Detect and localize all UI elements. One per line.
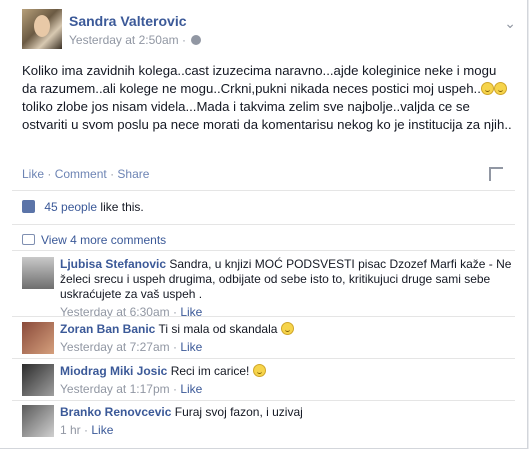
commenter-avatar[interactable] <box>22 364 54 396</box>
post-header: Sandra Valterovic Yesterday at 2:50am · … <box>22 9 522 59</box>
commenter-name[interactable]: Ljubisa Stefanovic <box>60 257 166 271</box>
divider <box>12 190 515 191</box>
thumbs-up-icon <box>22 200 35 213</box>
comment-button[interactable]: Comment <box>55 167 107 181</box>
comment-bubble-icon <box>22 234 35 245</box>
comment-like-button[interactable]: Like <box>180 340 202 354</box>
comment-item: Branko Renovcevic Furaj svoj fazon, i uz… <box>22 405 517 441</box>
post-text-part2: toliko zlobe jos nisam videla...Mada i t… <box>22 99 512 132</box>
likes-summary: 45 people like this. <box>22 200 144 214</box>
share-button[interactable]: Share <box>117 167 149 181</box>
view-more-comments[interactable]: View 4 more comments <box>22 233 166 247</box>
comment-item: Ljubisa Stefanovic Sandra, u knjizi MOĆ … <box>22 257 517 319</box>
comment-like-button[interactable]: Like <box>91 423 113 437</box>
divider <box>12 358 515 359</box>
action-separator: · <box>47 167 52 181</box>
commenter-name[interactable]: Branko Renovcevic <box>60 405 171 419</box>
comment-time[interactable]: Yesterday at 1:17pm <box>60 382 170 396</box>
divider <box>12 224 515 225</box>
commenter-name[interactable]: Miodrag Miki Josic <box>60 364 167 378</box>
smiley-icon <box>280 322 294 335</box>
post-actions: Like · Comment · Share <box>22 167 149 181</box>
post-text: Koliko ima zavidnih kolega..cast izuzeci… <box>22 62 512 134</box>
comment-time[interactable]: Yesterday at 7:27am <box>60 340 170 354</box>
post-card: Sandra Valterovic Yesterday at 2:50am · … <box>0 0 528 449</box>
divider <box>12 316 515 317</box>
globe-icon[interactable] <box>191 35 202 45</box>
commenter-avatar[interactable] <box>22 322 54 354</box>
post-timestamp[interactable]: Yesterday at 2:50am <box>69 33 179 47</box>
comment-time[interactable]: 1 hr <box>60 423 81 437</box>
view-more-label: View 4 more comments <box>41 233 167 247</box>
commenter-avatar[interactable] <box>22 257 54 289</box>
smiley-icon <box>493 82 507 95</box>
like-button[interactable]: Like <box>22 167 44 181</box>
chevron-down-icon[interactable]: ⌄ <box>504 15 516 32</box>
comment-like-button[interactable]: Like <box>180 382 202 396</box>
smiley-icon <box>252 364 266 377</box>
commenter-name[interactable]: Zoran Ban Banic <box>60 322 155 336</box>
meta-separator: · <box>181 33 186 47</box>
post-meta: Yesterday at 2:50am · <box>69 33 202 47</box>
comment-item: Miodrag Miki Josic Reci im carice! Yeste… <box>22 364 517 400</box>
share-flag-icon[interactable] <box>489 167 503 181</box>
likes-count-link[interactable]: 45 people <box>44 200 97 214</box>
comment-text: Ti si mala od skandala <box>158 322 278 336</box>
divider <box>12 250 515 251</box>
post-text-part1: Koliko ima zavidnih kolega..cast izuzeci… <box>22 63 497 96</box>
action-separator: · <box>110 167 115 181</box>
commenter-avatar[interactable] <box>22 405 54 437</box>
author-name[interactable]: Sandra Valterovic <box>69 13 187 29</box>
likes-suffix: like this. <box>100 200 144 214</box>
author-avatar[interactable] <box>22 9 62 49</box>
comment-text: Furaj svoj fazon, i uzivaj <box>174 405 303 419</box>
comment-text: Reci im carice! <box>170 364 250 378</box>
smiley-icon <box>480 82 494 95</box>
comment-item: Zoran Ban Banic Ti si mala od skandala Y… <box>22 322 517 358</box>
divider <box>12 400 515 401</box>
